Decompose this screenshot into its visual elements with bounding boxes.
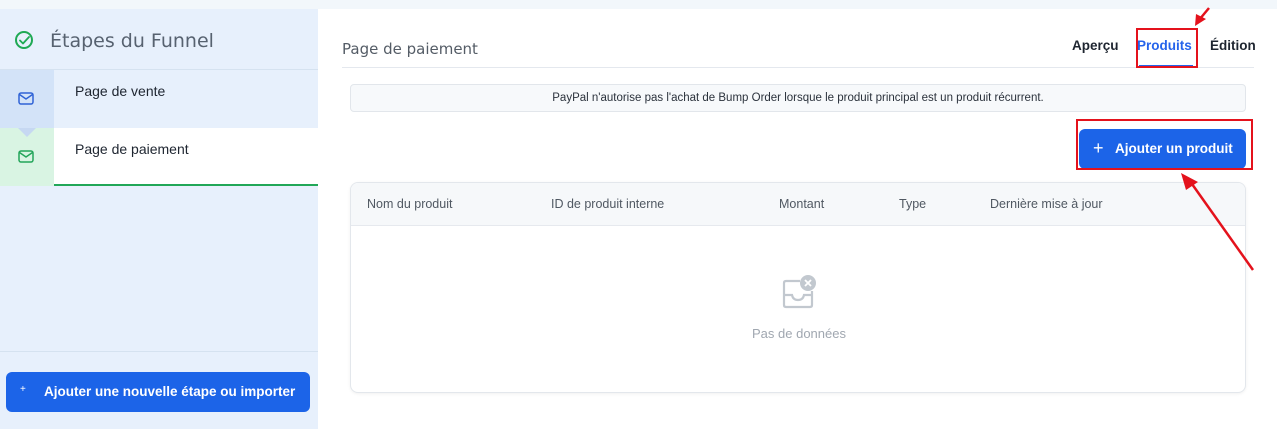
table-header: Nom du produit ID de produit interne Mon…	[351, 183, 1245, 226]
column-header-montant[interactable]: Montant	[779, 197, 824, 211]
column-header-type[interactable]: Type	[899, 197, 926, 211]
header-divider	[342, 67, 1254, 68]
paypal-notice: PayPal n'autorise pas l'achat de Bump Or…	[350, 84, 1246, 112]
column-header-derniere-maj[interactable]: Dernière mise à jour	[990, 197, 1103, 211]
plus-icon: +	[20, 384, 26, 395]
top-strip	[0, 0, 1277, 9]
annotation-box-produits-tab	[1136, 28, 1198, 68]
sidebar-header: Étapes du Funnel	[0, 9, 318, 70]
sidebar-step-page-de-paiement[interactable]: Page de paiement	[0, 128, 318, 186]
column-header-nom[interactable]: Nom du produit	[367, 197, 452, 211]
sidebar-step-page-de-vente[interactable]: Page de vente	[0, 70, 318, 128]
add-step-button[interactable]: + Ajouter une nouvelle étape ou importer	[6, 372, 310, 412]
check-circle-icon	[15, 31, 33, 49]
main-panel: Page de paiement Aperçu Produits Édition…	[318, 9, 1277, 429]
mail-icon	[18, 150, 34, 163]
annotation-box-add-product	[1076, 119, 1253, 170]
column-header-id[interactable]: ID de produit interne	[551, 197, 664, 211]
page-title: Page de paiement	[342, 40, 478, 58]
empty-state-text: Pas de données	[752, 326, 846, 341]
mail-icon	[18, 92, 34, 105]
step-icon-box	[0, 70, 54, 128]
tab-edition[interactable]: Édition	[1210, 38, 1256, 53]
step-icon-box	[0, 128, 54, 186]
sidebar-divider	[0, 351, 318, 352]
empty-inbox-icon	[782, 275, 816, 309]
step-label: Page de paiement	[75, 141, 189, 157]
step-connector-arrow	[18, 128, 36, 137]
products-table: Nom du produit ID de produit interne Mon…	[350, 182, 1246, 393]
tab-apercu[interactable]: Aperçu	[1072, 38, 1119, 53]
sidebar-title: Étapes du Funnel	[50, 30, 214, 52]
step-label: Page de vente	[75, 83, 166, 99]
add-step-label: Ajouter une nouvelle étape ou importer	[44, 384, 296, 399]
funnel-sidebar: Étapes du Funnel Page de vente Page de p…	[0, 9, 318, 429]
